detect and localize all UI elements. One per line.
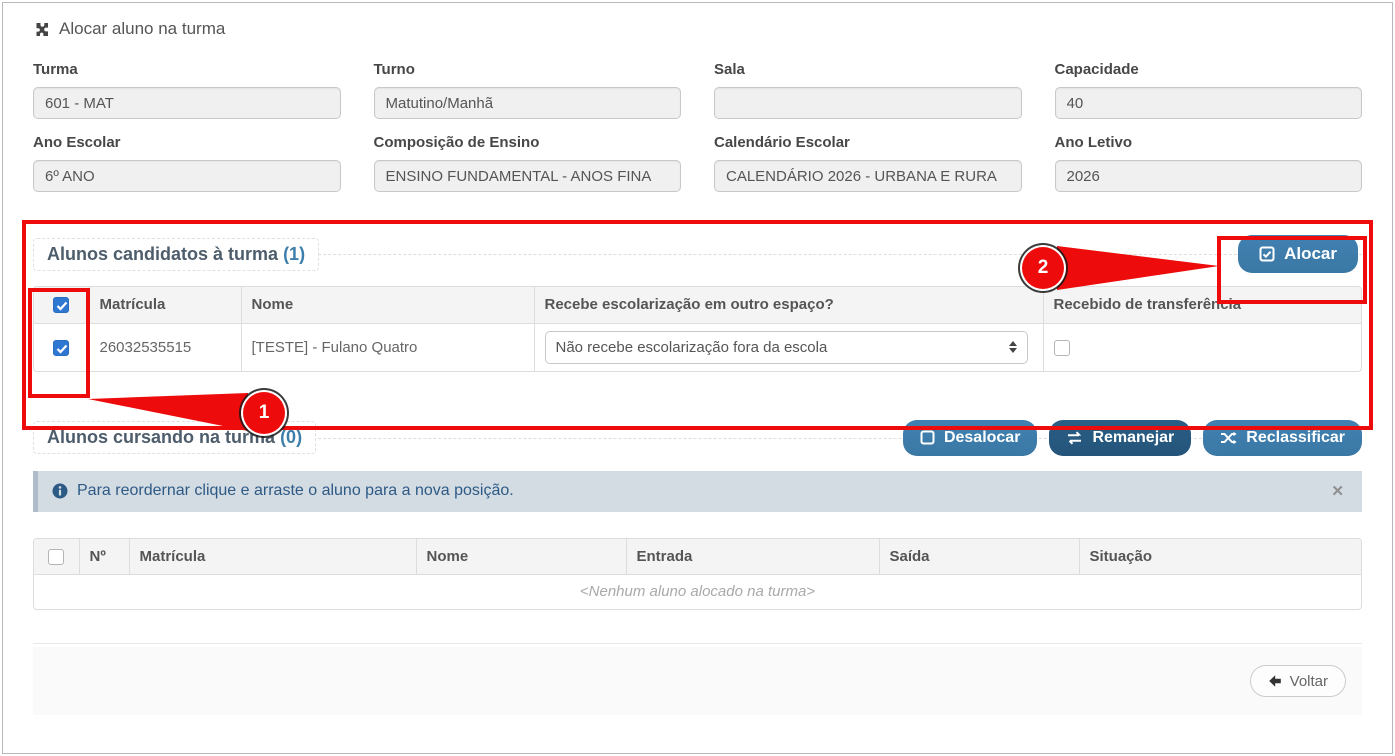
- select-updown-icon: [1009, 341, 1017, 353]
- col-nome: Nome: [241, 287, 534, 323]
- col-matricula2: Matrícula: [129, 539, 416, 575]
- desalocar-button-label: Desalocar: [944, 429, 1021, 447]
- field-ano-escolar-input[interactable]: [33, 160, 341, 192]
- field-ano-letivo-input[interactable]: [1055, 160, 1363, 192]
- transfer-checkbox[interactable]: [1054, 340, 1070, 356]
- field-composicao-label: Composição de Ensino: [374, 134, 682, 151]
- candidates-table: Matrícula Nome Recebe escolarização em o…: [33, 286, 1362, 372]
- col-escolarizacao: Recebe escolarização em outro espaço?: [534, 287, 1043, 323]
- field-calendario-input[interactable]: [714, 160, 1022, 192]
- reorder-info-text: Para reordernar clique e arraste o aluno…: [77, 482, 514, 500]
- col-matricula: Matrícula: [89, 287, 241, 323]
- field-sala-input[interactable]: [714, 87, 1022, 119]
- footer-divider: [33, 643, 1362, 644]
- col-nome2: Nome: [416, 539, 626, 575]
- current-section-header: Alunos cursando na turma (0) Desalocar R…: [33, 418, 1362, 458]
- candidate-escolarizacao-cell: Não recebe escolarização fora da escola: [534, 323, 1043, 371]
- reclassificar-button-label: Reclassificar: [1246, 429, 1345, 447]
- page-title: Alocar aluno na turma: [59, 19, 225, 39]
- field-turma: Turma: [33, 61, 341, 119]
- check-square-icon: [1259, 246, 1275, 262]
- class-info-form: Turma Turno Sala Capacidade Ano Escolar …: [33, 61, 1362, 192]
- field-turma-input[interactable]: [33, 87, 341, 119]
- field-turma-label: Turma: [33, 61, 341, 78]
- select-all-header-cell: [34, 287, 89, 323]
- field-calendario-label: Calendário Escolar: [714, 134, 1022, 151]
- field-capacidade: Capacidade: [1055, 61, 1363, 119]
- allocate-student-panel: Alocar aluno na turma Turma Turno Sala C…: [2, 2, 1393, 754]
- candidates-section-header: Alunos candidatos à turma (1) Alocar: [33, 234, 1362, 274]
- puzzle-piece-icon: [33, 21, 50, 38]
- escolarizacao-select[interactable]: Não recebe escolarização fora da escola: [545, 331, 1028, 364]
- select-all-checkbox[interactable]: [53, 297, 69, 313]
- candidates-title: Alunos candidatos à turma: [47, 244, 278, 264]
- desalocar-button[interactable]: Desalocar: [903, 420, 1038, 456]
- current-count: (0): [280, 427, 302, 447]
- candidates-count: (1): [283, 244, 305, 264]
- field-sala: Sala: [714, 61, 1022, 119]
- col-transferencia: Recebido de transferência: [1043, 287, 1361, 323]
- field-turno-input[interactable]: [374, 87, 682, 119]
- field-ano-escolar: Ano Escolar: [33, 134, 341, 192]
- field-calendario: Calendário Escolar: [714, 134, 1022, 192]
- alocar-button[interactable]: Alocar: [1238, 235, 1358, 273]
- voltar-button-label: Voltar: [1290, 673, 1328, 690]
- candidate-nome: [TESTE] - Fulano Quatro: [241, 323, 534, 371]
- field-ano-letivo: Ano Letivo: [1055, 134, 1363, 192]
- arrow-left-icon: [1268, 674, 1282, 688]
- field-ano-escolar-label: Ano Escolar: [33, 134, 341, 151]
- reorder-info-bar: Para reordernar clique e arraste o aluno…: [33, 471, 1362, 512]
- page-header: Alocar aluno na turma: [33, 19, 1362, 39]
- field-composicao: Composição de Ensino: [374, 134, 682, 192]
- candidate-row: 26032535515 [TESTE] - Fulano Quatro Não …: [34, 323, 1361, 371]
- candidate-checkbox[interactable]: [53, 340, 69, 356]
- col-saida: Saída: [879, 539, 1079, 575]
- remanejar-button[interactable]: Remanejar: [1049, 420, 1191, 456]
- current-select-all-cell: [34, 539, 79, 575]
- empty-row: <Nenhum aluno alocado na turma>: [34, 574, 1361, 609]
- footer-bar: Voltar: [33, 647, 1362, 715]
- candidate-checkbox-cell: [34, 323, 89, 371]
- shuffle-icon: [1220, 431, 1237, 445]
- remanejar-button-label: Remanejar: [1092, 429, 1174, 447]
- col-situacao: Situação: [1079, 539, 1361, 575]
- col-entrada: Entrada: [626, 539, 879, 575]
- empty-message: <Nenhum aluno alocado na turma>: [34, 574, 1361, 609]
- voltar-button[interactable]: Voltar: [1250, 665, 1346, 697]
- reclassificar-button[interactable]: Reclassificar: [1203, 420, 1362, 456]
- square-outline-icon: [920, 430, 935, 445]
- current-legend: Alunos cursando na turma (0): [33, 421, 316, 454]
- alocar-button-label: Alocar: [1284, 244, 1337, 264]
- candidate-transfer-cell: [1043, 323, 1361, 371]
- current-select-all-checkbox[interactable]: [48, 549, 64, 565]
- swap-arrows-icon: [1066, 431, 1083, 445]
- field-capacidade-input[interactable]: [1055, 87, 1363, 119]
- candidate-matricula: 26032535515: [89, 323, 241, 371]
- field-turno-label: Turno: [374, 61, 682, 78]
- field-turno: Turno: [374, 61, 682, 119]
- info-icon: [52, 483, 68, 499]
- current-title: Alunos cursando na turma: [47, 427, 275, 447]
- candidates-legend: Alunos candidatos à turma (1): [33, 238, 319, 271]
- close-icon[interactable]: ✕: [1331, 482, 1348, 500]
- field-sala-label: Sala: [714, 61, 1022, 78]
- field-composicao-input[interactable]: [374, 160, 682, 192]
- col-numero: Nº: [79, 539, 129, 575]
- field-ano-letivo-label: Ano Letivo: [1055, 134, 1363, 151]
- field-capacidade-label: Capacidade: [1055, 61, 1363, 78]
- escolarizacao-select-value: Não recebe escolarização fora da escola: [556, 339, 828, 356]
- current-students-table: Nº Matrícula Nome Entrada Saída Situação…: [33, 538, 1362, 611]
